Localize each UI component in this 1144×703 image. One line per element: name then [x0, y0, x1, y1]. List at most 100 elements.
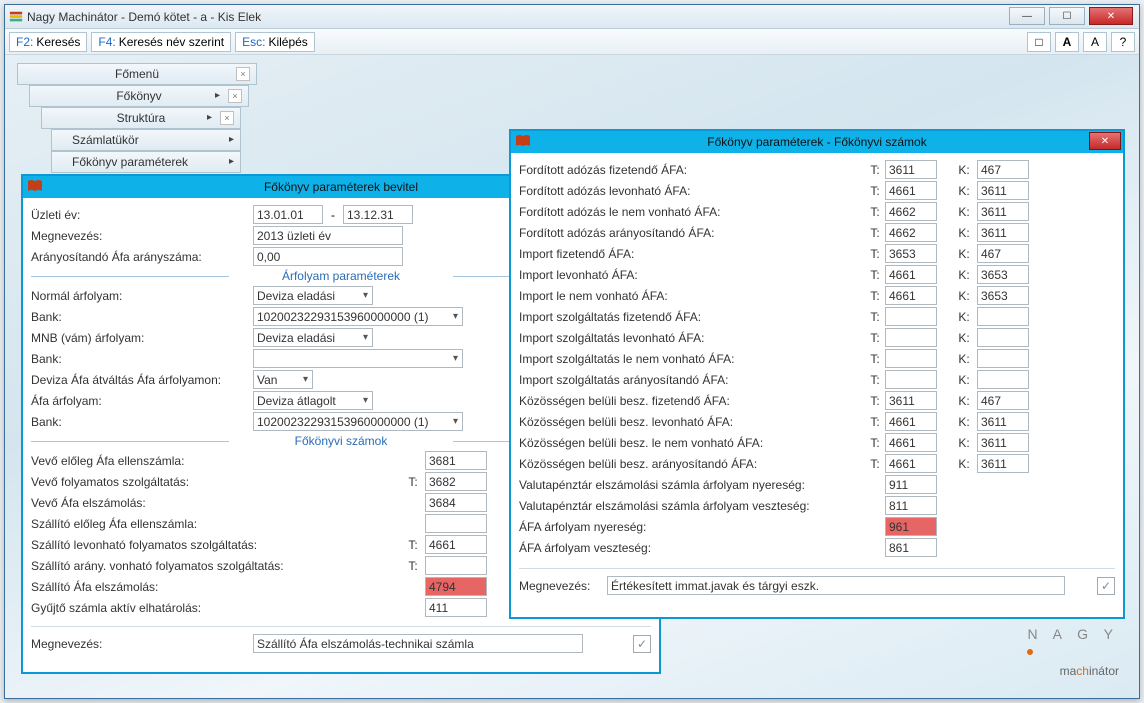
- t-label: T:: [865, 226, 885, 240]
- k-label: K:: [951, 457, 977, 471]
- form-row: Fordított adózás fizetendő ÁFA:T:K:: [519, 159, 1115, 180]
- afa-arfolyam-combo[interactable]: Deviza átlagolt: [253, 391, 373, 410]
- normal-arfolyam-combo[interactable]: Deviza eladási: [253, 286, 373, 305]
- dialog-close-button[interactable]: ✕: [1089, 132, 1121, 150]
- maximize-button[interactable]: ☐: [1049, 7, 1085, 25]
- form-row: Fordított adózás levonható ÁFA:T:K:: [519, 180, 1115, 201]
- k-value-input[interactable]: [977, 202, 1029, 221]
- font-large-button[interactable]: A: [1055, 32, 1079, 52]
- k-label: K:: [951, 415, 977, 429]
- confirm-check-icon[interactable]: ✓: [1097, 577, 1115, 595]
- t-value-input[interactable]: [885, 370, 937, 389]
- close-icon[interactable]: ×: [236, 67, 250, 81]
- menu-fokonyv[interactable]: Főkönyv × ▸: [29, 85, 249, 107]
- window-controls: — ☐ ✕: [1009, 7, 1133, 25]
- row-label: Vevő folyamatos szolgáltatás:: [31, 475, 401, 489]
- close-icon[interactable]: ×: [220, 111, 234, 125]
- row-label: Import levonható ÁFA:: [519, 268, 865, 282]
- t-value-input[interactable]: [885, 181, 937, 200]
- t-value-input[interactable]: [885, 412, 937, 431]
- k-value-input[interactable]: [977, 160, 1029, 179]
- k-value-input[interactable]: [977, 223, 1029, 242]
- t-value-input[interactable]: [425, 514, 487, 533]
- mnb-combo[interactable]: Deviza eladási: [253, 328, 373, 347]
- confirm-check-icon[interactable]: ✓: [633, 635, 651, 653]
- menu-fomenu[interactable]: Főmenü ×: [17, 63, 257, 85]
- t-value-input[interactable]: [425, 556, 487, 575]
- uzleti-ev-from-input[interactable]: [253, 205, 323, 224]
- t-value-input[interactable]: [425, 451, 487, 470]
- k-label: K:: [951, 331, 977, 345]
- menu-fokonyv-parameterek[interactable]: Főkönyv paraméterek ▸: [51, 151, 241, 173]
- t-value-input[interactable]: [885, 496, 937, 515]
- t-value-input[interactable]: [885, 475, 937, 494]
- k-value-input[interactable]: [977, 454, 1029, 473]
- menu-struktura[interactable]: Struktúra × ▸: [41, 107, 241, 129]
- k-label: K:: [951, 310, 977, 324]
- k-value-input[interactable]: [977, 412, 1029, 431]
- k-value-input[interactable]: [977, 349, 1029, 368]
- layout-toggle-button[interactable]: □: [1027, 32, 1051, 52]
- t-label: T:: [865, 247, 885, 261]
- deviza-atvaltas-combo[interactable]: Van: [253, 370, 313, 389]
- minimize-button[interactable]: —: [1009, 7, 1045, 25]
- k-value-input[interactable]: [977, 370, 1029, 389]
- aranyszam-input[interactable]: [253, 247, 403, 266]
- t-value-input[interactable]: [425, 472, 487, 491]
- t-value-input[interactable]: [885, 328, 937, 347]
- footer-megnevezes-input[interactable]: [253, 634, 583, 653]
- chevron-right-icon: ▸: [215, 90, 220, 101]
- t-value-input[interactable]: [885, 307, 937, 326]
- t-value-input[interactable]: [885, 349, 937, 368]
- t-value-input[interactable]: [885, 223, 937, 242]
- k-label: K:: [951, 247, 977, 261]
- k-value-input[interactable]: [977, 307, 1029, 326]
- t-value-input[interactable]: [885, 244, 937, 263]
- help-button[interactable]: ?: [1111, 32, 1135, 52]
- k-value-input[interactable]: [977, 286, 1029, 305]
- t-value-input[interactable]: [425, 535, 487, 554]
- t-value-input[interactable]: [885, 454, 937, 473]
- t-value-input[interactable]: [885, 433, 937, 452]
- f4-search-by-name-button[interactable]: F4: Keresés név szerint: [91, 32, 231, 52]
- t-value-input[interactable]: [425, 598, 487, 617]
- k-value-input[interactable]: [977, 265, 1029, 284]
- t-value-input[interactable]: [885, 517, 937, 536]
- bank1-combo[interactable]: 10200232293153960000000 (1): [253, 307, 463, 326]
- form-row: ÁFA árfolyam nyereség:: [519, 516, 1115, 537]
- k-value-input[interactable]: [977, 181, 1029, 200]
- book-icon: [515, 134, 531, 148]
- row-label: ÁFA árfolyam veszteség:: [519, 541, 865, 555]
- t-value-input[interactable]: [885, 265, 937, 284]
- close-button[interactable]: ✕: [1089, 7, 1133, 25]
- row-label: Vevő előleg Áfa ellenszámla:: [31, 454, 401, 468]
- t-label: T:: [865, 289, 885, 303]
- menu-szamlatukor[interactable]: Számlatükör ▸: [51, 129, 241, 151]
- k-value-input[interactable]: [977, 328, 1029, 347]
- uzleti-ev-to-input[interactable]: [343, 205, 413, 224]
- chevron-right-icon: ▸: [207, 112, 212, 123]
- bank2-combo[interactable]: [253, 349, 463, 368]
- bank3-combo[interactable]: 10200232293153960000000 (1): [253, 412, 463, 431]
- k-value-input[interactable]: [977, 433, 1029, 452]
- t-value-input[interactable]: [425, 493, 487, 512]
- k-value-input[interactable]: [977, 391, 1029, 410]
- aranyszam-label: Arányosítandó Áfa arányszáma:: [31, 250, 253, 264]
- close-icon[interactable]: ×: [228, 89, 242, 103]
- megnevezes-input[interactable]: [253, 226, 403, 245]
- t-value-input[interactable]: [425, 577, 487, 596]
- brand-logo: N A G Y machinátor: [1027, 626, 1119, 684]
- t-value-input[interactable]: [885, 538, 937, 557]
- footer-megnevezes-input[interactable]: [607, 576, 1065, 595]
- normal-arfolyam-label: Normál árfolyam:: [31, 289, 253, 303]
- font-small-button[interactable]: A: [1083, 32, 1107, 52]
- k-value-input[interactable]: [977, 244, 1029, 263]
- t-value-input[interactable]: [885, 286, 937, 305]
- t-value-input[interactable]: [885, 391, 937, 410]
- esc-exit-button[interactable]: Esc: Kilépés: [235, 32, 315, 52]
- t-label: T:: [865, 331, 885, 345]
- t-value-input[interactable]: [885, 202, 937, 221]
- t-label: T:: [865, 457, 885, 471]
- f2-search-button[interactable]: F2: Keresés: [9, 32, 87, 52]
- t-value-input[interactable]: [885, 160, 937, 179]
